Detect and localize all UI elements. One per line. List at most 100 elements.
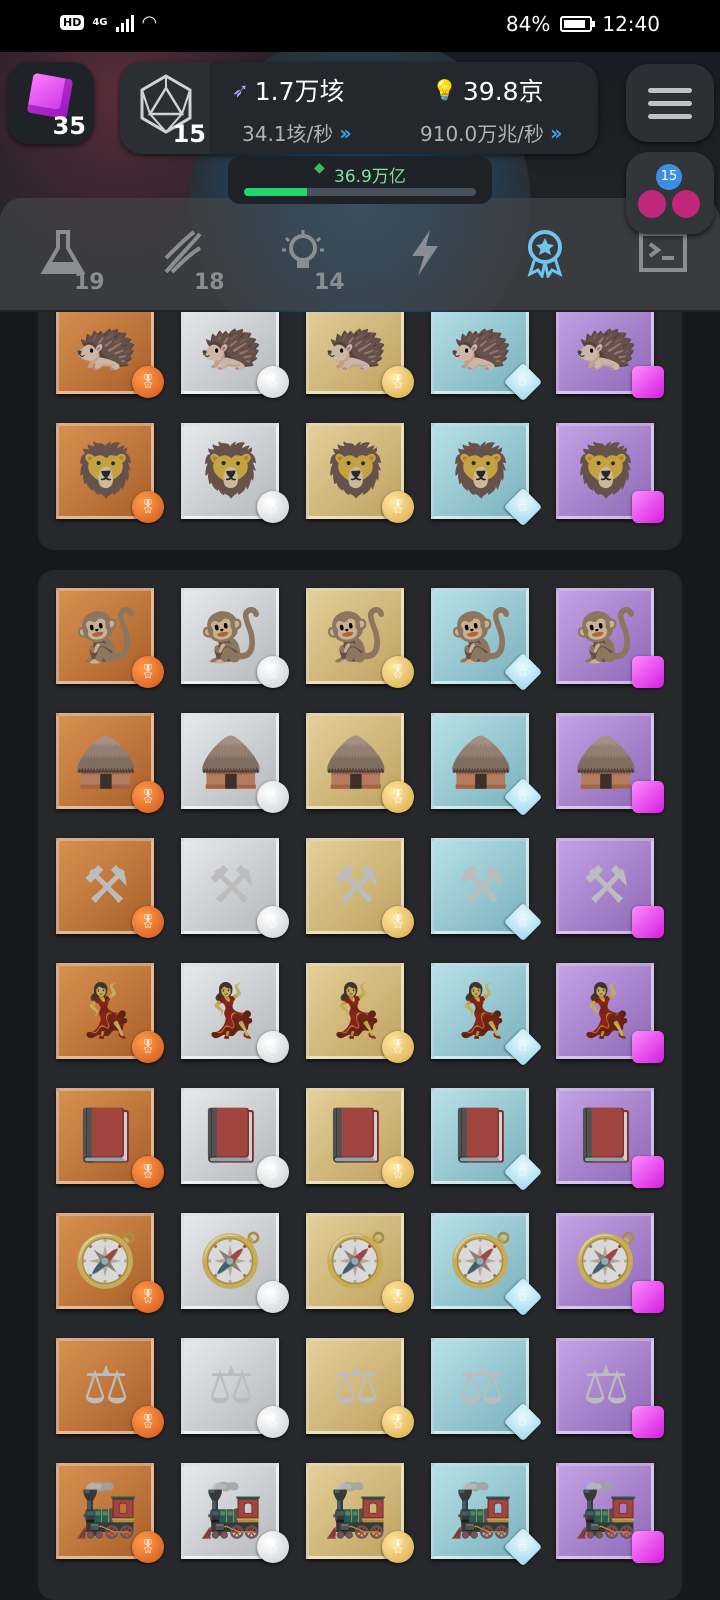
cube-button[interactable]: 35 [8,62,94,144]
tab-lightbulb[interactable]: 14 [270,228,370,298]
chimpanzee-fire-artwork: 🐒 [73,606,139,666]
tier-symbol-icon [632,366,664,398]
tier-symbol-icon [632,906,664,938]
book-artwork: 📕 [573,1106,639,1166]
lion-artwork: 🦁 [323,441,389,501]
tier-symbol-icon: 🎖 [389,1164,407,1180]
lightbulb-icon: 💡 [432,78,457,102]
resource1-rate-row: 34.1垓/秒 ›› [242,118,352,147]
d20-button[interactable]: 15 [120,62,210,154]
anvil-hammer-artwork: ⚒ [82,856,130,916]
dancing-figures-artwork: 💃 [448,981,514,1041]
menu-icon-line [648,101,692,106]
lightning-icon [412,230,438,276]
tab-achievements[interactable] [512,228,612,298]
lion-artwork: 🦁 [573,441,639,501]
tier-symbol-icon: 🎖 [389,499,407,515]
bronze-tier-badge-icon: 🎖 [132,656,164,688]
avatar-dot [638,190,666,218]
bronze-tier-badge-icon: 🎖 [132,1406,164,1438]
locomotive-artwork: 🚂 [448,1481,514,1541]
silver-tier-badge-icon: 🎖 [257,656,289,688]
menu-icon-line [648,114,692,119]
network-type: 4G [92,17,108,28]
silver-tier-badge-icon: 🎖 [257,491,289,523]
tab-lightning[interactable] [392,228,492,298]
resource2-amount: 39.8京 [462,77,544,106]
hedgehog-artwork: 🦔 [73,316,139,376]
tier-symbol-icon: 🎖 [139,499,157,515]
chimpanzee-fire-artwork: 🐒 [573,606,639,666]
tab-badge: 18 [194,270,225,295]
battery-icon [560,16,596,32]
silver-tier-badge-icon: 🎖 [257,1406,289,1438]
gem-tier-badge-icon [632,1531,664,1563]
award-ribbon-icon [527,230,563,278]
balance-scale-artwork: ⚖ [207,1356,255,1416]
tier-symbol-icon [632,656,664,688]
anvil-hammer-artwork: ⚒ [457,856,505,916]
bronze-tier-badge-icon: 🎖 [132,1281,164,1313]
resource2-rate: 910.0万兆/秒 [420,122,544,146]
anvil-hammer-artwork: ⚒ [207,856,255,916]
tier-symbol-icon: 🎖 [389,374,407,390]
bronze-tier-badge-icon: 🎖 [132,366,164,398]
gem-tier-badge-icon [632,656,664,688]
bronze-tier-badge-icon: 🎖 [132,1031,164,1063]
gold-tier-badge-icon: 🎖 [382,491,414,523]
resource1-rate: 34.1垓/秒 [242,122,334,146]
tier-symbol-icon: 🎖 [139,1289,157,1305]
book-artwork: 📕 [448,1106,514,1166]
dancing-figures-artwork: 💃 [73,981,139,1041]
cube-count: 35 [52,112,86,140]
tier-symbol-icon: 🎖 [264,914,282,930]
gem-tier-badge-icon [632,1281,664,1313]
balance-scale-artwork: ⚖ [457,1356,505,1416]
resource2-rate-row: 910.0万兆/秒 ›› [420,118,563,147]
gem-tier-badge-icon [632,1031,664,1063]
rocket-icon: ➶ [232,78,249,102]
locomotive-artwork: 🚂 [323,1481,389,1541]
category-tab-bar: 19 18 14 [0,198,720,310]
tier-symbol-icon: 🎖 [264,499,282,515]
locomotive-artwork: 🚂 [73,1481,139,1541]
locomotive-artwork: 🚂 [198,1481,264,1541]
gem-tier-badge-icon [632,491,664,523]
gold-tier-badge-icon: 🎖 [382,656,414,688]
tier-symbol-icon: 🎖 [264,1289,282,1305]
bronze-tier-badge-icon: 🎖 [132,1531,164,1563]
silver-tier-badge-icon: 🎖 [257,1031,289,1063]
gem-tier-badge-icon [632,1156,664,1188]
menu-button[interactable] [626,64,714,142]
terminal-icon [639,232,687,272]
chimpanzee-fire-artwork: 🐒 [323,606,389,666]
tier-symbol-icon: 🎖 [139,1039,157,1055]
tier-symbol-icon: 🎖 [389,1414,407,1430]
tier-symbol-icon: 🎖 [389,664,407,680]
gold-tier-badge-icon: 🎖 [382,1031,414,1063]
tier-symbol-icon: 🎖 [139,1164,157,1180]
tab-terminal[interactable] [630,228,720,298]
tier-symbol-icon: 🎖 [139,1414,157,1430]
status-bar: HD 4G ◠ 84% 12:40 [0,0,720,52]
silver-tier-badge-icon: 🎖 [257,781,289,813]
double-chevron-icon: ›› [339,120,352,145]
hut-artwork: 🛖 [73,731,139,791]
tier-symbol-icon: 🎖 [264,374,282,390]
bronze-tier-badge-icon: 🎖 [132,781,164,813]
avatar-button[interactable]: 15 [626,152,714,234]
tier-symbol-icon: 🎖 [389,914,407,930]
sextant-artwork: 🧭 [323,1231,389,1291]
tier-symbol-icon: 🎖 [264,664,282,680]
sextant-artwork: 🧭 [198,1231,264,1291]
balance-scale-artwork: ⚖ [332,1356,380,1416]
progress-fill [244,188,307,196]
bronze-tier-badge-icon: 🎖 [132,906,164,938]
tier-symbol-icon: 🎖 [389,1539,407,1555]
avatar-badge: 15 [656,164,682,190]
sextant-artwork: 🧭 [573,1231,639,1291]
tab-flask[interactable]: 19 [30,228,130,298]
tab-dna[interactable]: 18 [150,228,250,298]
double-chevron-icon: ›› [550,120,563,145]
gold-tier-badge-icon: 🎖 [382,781,414,813]
